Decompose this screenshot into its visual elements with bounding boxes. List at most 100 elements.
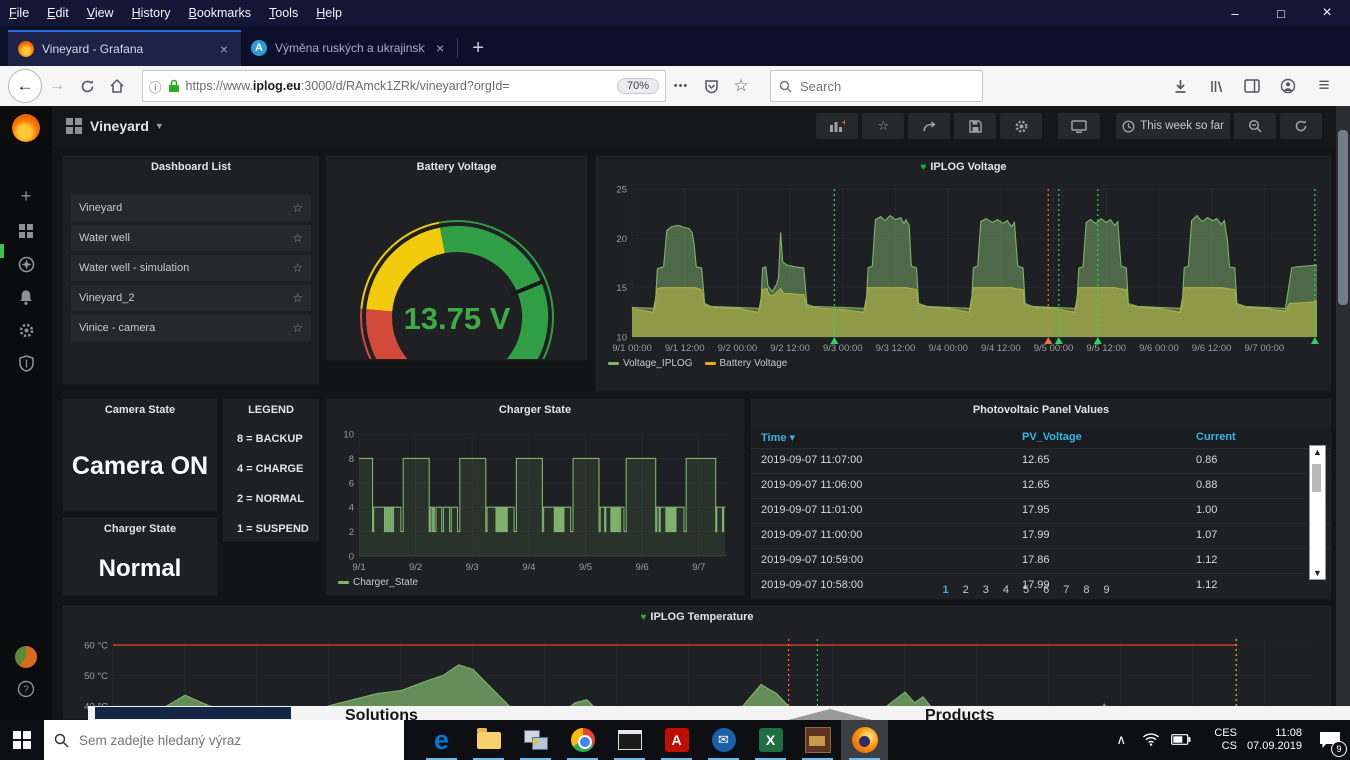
taskbar-search-input[interactable] — [77, 732, 381, 749]
wifi-icon[interactable] — [1136, 732, 1166, 749]
refresh-dashboard-button[interactable] — [1280, 113, 1322, 139]
panel-title[interactable]: Charger State — [63, 518, 217, 543]
forward-button[interactable]: → — [42, 71, 72, 101]
page-8[interactable]: 8 — [1083, 584, 1089, 596]
legend-series[interactable]: Battery Voltage — [720, 358, 788, 369]
back-button[interactable]: ← — [8, 69, 42, 103]
taskbar-edge[interactable]: e — [418, 720, 465, 760]
dashboards-icon[interactable] — [0, 216, 52, 246]
menu-view[interactable]: View — [78, 6, 123, 20]
taskbar-chrome[interactable] — [559, 720, 606, 760]
tab-close-icon[interactable]: × — [433, 40, 447, 56]
panel-title[interactable]: LEGEND — [223, 399, 319, 424]
page-4[interactable]: 4 — [1003, 584, 1009, 596]
table-row[interactable]: 2019-09-07 11:01:0017.951.00 — [751, 499, 1331, 524]
maximize-button[interactable]: □ — [1258, 0, 1304, 26]
table-row[interactable]: 2019-09-07 11:07:0012.650.86 — [751, 449, 1331, 474]
tray-expand-caret[interactable]: ∧ — [1106, 732, 1136, 748]
dashboard-link-vineyard-2[interactable]: Vineyard_2☆ — [71, 285, 311, 311]
page-9[interactable]: 9 — [1103, 584, 1109, 596]
dashboard-title[interactable]: Vineyard — [90, 118, 149, 134]
menu-bookmarks[interactable]: Bookmarks — [180, 6, 261, 20]
star-icon[interactable]: ☆ — [292, 201, 303, 215]
dashboard-settings-button[interactable] — [1000, 113, 1042, 139]
menu-history[interactable]: History — [123, 6, 180, 20]
page-6[interactable]: 6 — [1043, 584, 1049, 596]
menu-help[interactable]: Help — [307, 6, 351, 20]
page-3[interactable]: 3 — [983, 584, 989, 596]
account-icon[interactable] — [1273, 71, 1303, 101]
server-admin-shield-icon[interactable] — [0, 348, 52, 378]
voltage-chart[interactable]: 101520259/1 00:009/1 12:009/2 00:009/2 1… — [602, 183, 1325, 355]
page-1[interactable]: 1 — [942, 584, 948, 596]
panel-title[interactable]: Dashboard List — [63, 156, 319, 181]
page-2[interactable]: 2 — [963, 584, 969, 596]
library-icon[interactable] — [1201, 71, 1231, 101]
page-5[interactable]: 5 — [1023, 584, 1029, 596]
minimize-button[interactable]: – — [1212, 0, 1258, 26]
tab-vineyard-grafana[interactable]: Vineyard - Grafana × — [8, 30, 241, 66]
panel-title[interactable]: Charger State — [326, 399, 744, 424]
column-time[interactable]: Time ▾ — [751, 428, 1012, 448]
dashboard-link-vinice-camera[interactable]: Vinice - camera☆ — [71, 315, 311, 341]
dashboard-grid-icon[interactable] — [66, 118, 82, 134]
dashboard-link-vineyard[interactable]: Vineyard☆ — [71, 195, 311, 221]
taskbar-firefox[interactable] — [841, 720, 888, 760]
tab-news-article[interactable]: A Výměna ruských a ukrajinských × — [241, 30, 457, 66]
url-text[interactable]: https://www.iplog.eu:3000/d/RAmck1ZRk/vi… — [186, 79, 510, 93]
help-icon[interactable]: ? — [0, 674, 52, 704]
taskbar-photo-viewer[interactable] — [794, 720, 841, 760]
new-tab-button[interactable]: + — [458, 37, 498, 66]
table-row[interactable]: 2019-09-07 11:06:0012.650.88 — [751, 474, 1331, 499]
zoom-out-time-button[interactable] — [1234, 113, 1276, 139]
taskbar-thunderbird[interactable]: ✉ — [700, 720, 747, 760]
page-actions-button[interactable]: ••• — [666, 71, 696, 101]
taskbar-file-explorer[interactable] — [465, 720, 512, 760]
panel-title[interactable]: Camera State — [63, 399, 217, 424]
add-panel-button[interactable]: + — [816, 113, 858, 139]
sidebar-toggle-icon[interactable] — [1237, 71, 1267, 101]
dashboard-dropdown-caret-icon[interactable]: ▼ — [155, 121, 164, 131]
taskbar-remote-desktop[interactable]: + — [512, 720, 559, 760]
star-icon[interactable]: ☆ — [292, 261, 303, 275]
cycle-view-mode-button[interactable] — [1058, 113, 1100, 139]
browser-scrollbar[interactable] — [1336, 106, 1350, 720]
table-row[interactable]: 2019-09-07 10:59:0017.861.12 — [751, 549, 1331, 574]
dashboard-link-water-well-simulation[interactable]: Water well - simulation☆ — [71, 255, 311, 281]
charger-state-chart[interactable]: 02468109/19/29/39/49/59/69/7 — [333, 426, 737, 574]
star-icon[interactable]: ☆ — [292, 321, 303, 335]
legend-series[interactable]: Charger_State — [353, 577, 418, 588]
alerting-bell-icon[interactable] — [0, 282, 52, 312]
bookmark-star-icon[interactable]: ☆ — [726, 71, 756, 101]
hamburger-menu-icon[interactable]: ≡ — [1309, 71, 1339, 101]
time-range-picker[interactable]: This week so far — [1116, 113, 1230, 139]
table-row[interactable]: 2019-09-07 11:00:0017.991.07 — [751, 524, 1331, 549]
menu-tools[interactable]: Tools — [260, 6, 307, 20]
panel-title[interactable]: Battery Voltage — [326, 156, 587, 181]
explore-compass-icon[interactable] — [0, 249, 52, 279]
legend-series[interactable]: Voltage_IPLOG — [623, 358, 693, 369]
taskbar-console[interactable] — [606, 720, 653, 760]
dashboard-link-water-well[interactable]: Water well☆ — [71, 225, 311, 251]
notification-center-button[interactable]: 9 — [1310, 720, 1350, 760]
home-button[interactable] — [102, 71, 132, 101]
star-dashboard-button[interactable]: ☆ — [862, 113, 904, 139]
configuration-gear-icon[interactable] — [0, 315, 52, 345]
menu-file[interactable]: File — [0, 6, 38, 20]
site-info-icon[interactable]: ⓘ — [149, 77, 162, 96]
taskbar-search[interactable] — [44, 720, 404, 760]
zoom-level-badge[interactable]: 70% — [617, 78, 659, 94]
add-icon[interactable]: + — [0, 181, 52, 211]
reload-button[interactable] — [72, 71, 102, 101]
taskbar-excel[interactable]: X — [747, 720, 794, 760]
share-dashboard-button[interactable] — [908, 113, 950, 139]
panel-title[interactable]: ♥IPLOG Voltage — [596, 156, 1331, 181]
battery-icon[interactable] — [1166, 733, 1196, 748]
scrollbar-thumb[interactable] — [1338, 130, 1348, 305]
start-button[interactable] — [0, 720, 44, 760]
clock-area[interactable]: CESCS 11:0807.09.2019 — [1204, 727, 1302, 753]
user-avatar[interactable] — [0, 642, 52, 672]
taskbar-acrobat[interactable]: A — [653, 720, 700, 760]
search-input[interactable] — [798, 78, 942, 95]
star-icon[interactable]: ☆ — [292, 231, 303, 245]
